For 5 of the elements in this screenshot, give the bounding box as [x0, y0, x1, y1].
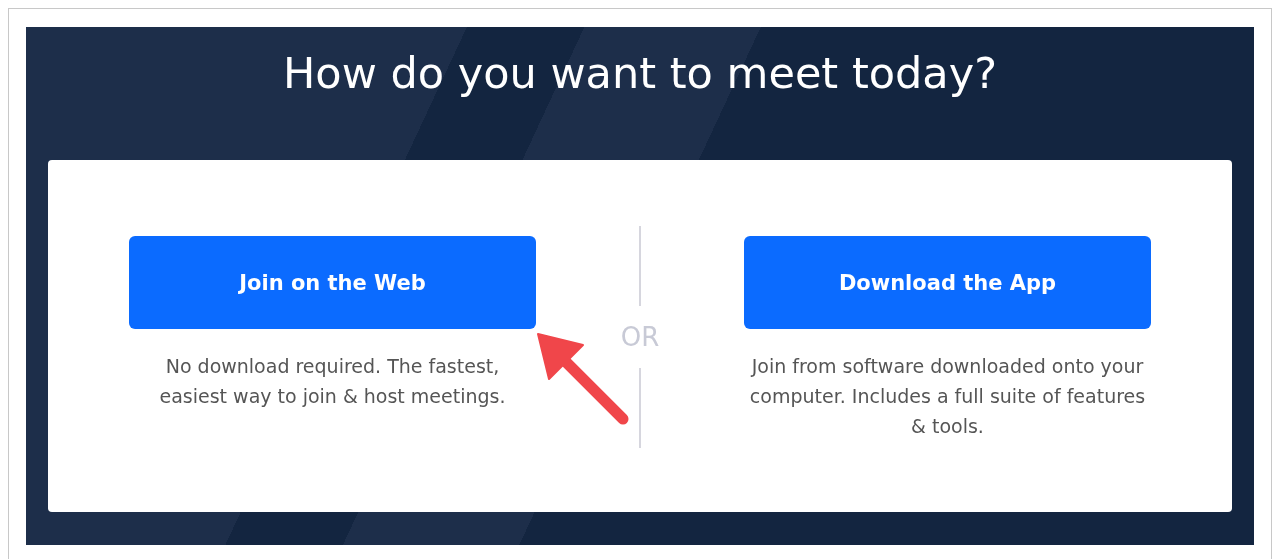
option-button[interactable]: Join on the Web	[129, 236, 536, 329]
option-description: No download required. The fastest, easiest way to join & host meetings.	[158, 354, 507, 409]
page-title: How do you want to meet today?	[282, 47, 998, 100]
option-button[interactable]: Download the App	[744, 236, 1151, 329]
option-description: Join from software downloaded onto your computer. Includes a full suite of features & tools.	[748, 354, 1147, 439]
